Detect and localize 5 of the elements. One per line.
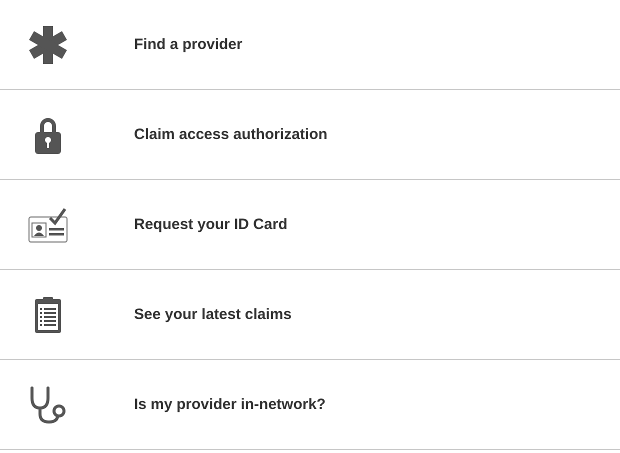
- menu-item[interactable]: Find a provider: [0, 0, 620, 90]
- menu-item[interactable]: Claim access authorization: [0, 90, 620, 180]
- menu-item[interactable]: Is my provider in-network?: [0, 360, 620, 449]
- menu-item[interactable]: See your latest claims: [0, 270, 620, 360]
- menu-item[interactable]: Request your ID Card: [0, 180, 620, 270]
